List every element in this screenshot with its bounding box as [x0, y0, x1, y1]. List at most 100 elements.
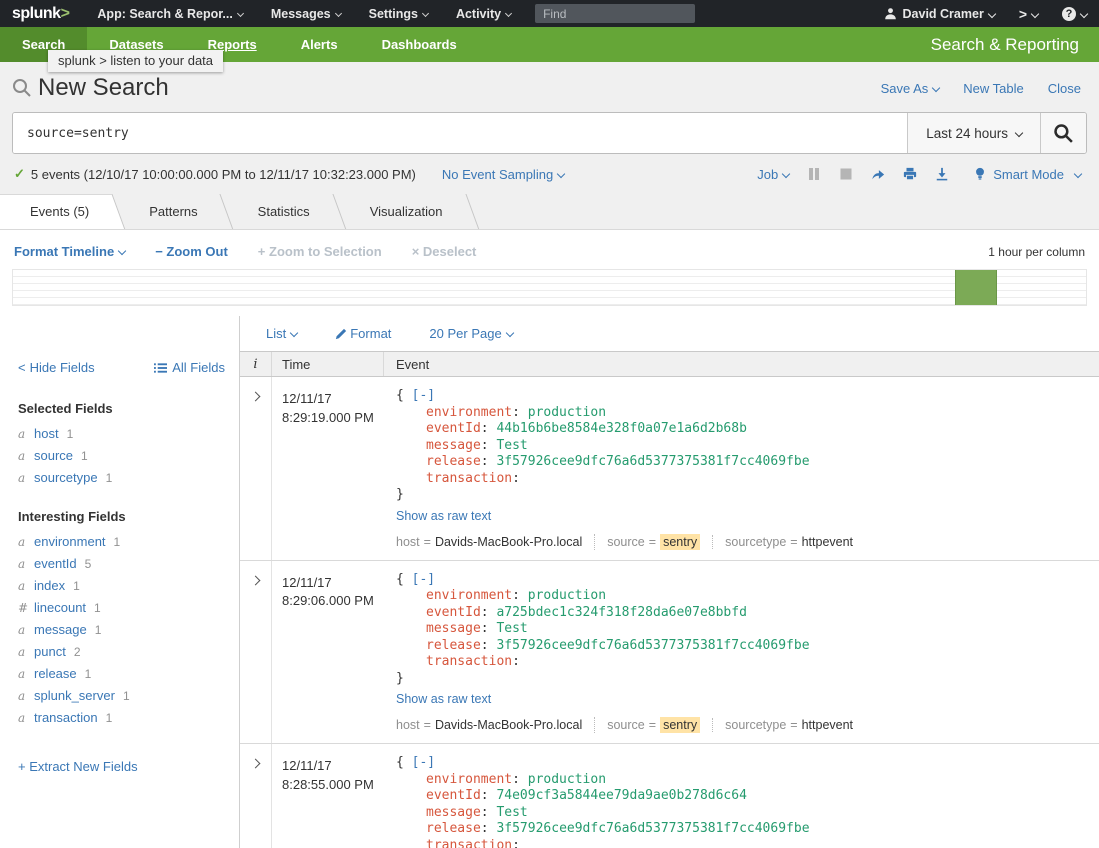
json-key[interactable]: eventId	[426, 421, 481, 436]
field-item[interactable]: asource1	[18, 448, 239, 463]
json-key[interactable]: environment	[426, 772, 512, 787]
app-nav-item[interactable]: Dashboards	[360, 27, 479, 62]
event-meta-field[interactable]: sourcetype=httpevent	[712, 718, 853, 732]
format-results-menu[interactable]: Format	[335, 326, 391, 341]
topbar-menu-item[interactable]: Settings	[355, 0, 442, 27]
topbar-menu-item[interactable]: Activity	[442, 0, 525, 27]
all-fields-button[interactable]: All Fields	[154, 360, 225, 375]
field-name-link[interactable]: punct	[34, 644, 66, 659]
help-menu[interactable]: ?	[1050, 0, 1099, 27]
user-menu[interactable]: David Cramer	[872, 0, 1007, 27]
stop-icon[interactable]	[839, 167, 853, 181]
field-item[interactable]: atransaction1	[18, 710, 239, 725]
field-item[interactable]: ahost1	[18, 426, 239, 441]
job-menu[interactable]: Job	[757, 167, 789, 182]
show-raw-text-link[interactable]: Show as raw text	[396, 509, 491, 523]
field-item[interactable]: asourcetype1	[18, 470, 239, 485]
field-name-link[interactable]: linecount	[34, 600, 86, 615]
json-key[interactable]: environment	[426, 588, 512, 603]
show-raw-text-link[interactable]: Show as raw text	[396, 692, 491, 706]
download-icon[interactable]	[935, 167, 949, 181]
time-range-picker[interactable]: Last 24 hours	[907, 113, 1040, 153]
json-collapse-toggle[interactable]: [-]	[412, 572, 435, 587]
event-meta-field[interactable]: host=Davids-MacBook-Pro.local	[396, 535, 582, 549]
field-name-link[interactable]: transaction	[34, 710, 98, 725]
save-as-button[interactable]: Save As	[881, 81, 940, 96]
timeline-histogram[interactable]	[12, 269, 1087, 306]
zoom-out-button[interactable]: − Zoom Out	[155, 244, 228, 259]
field-item[interactable]: asplunk_server1	[18, 688, 239, 703]
json-value[interactable]: Test	[496, 621, 527, 636]
field-item[interactable]: aeventId5	[18, 556, 239, 571]
json-value[interactable]: production	[528, 405, 606, 420]
results-tab[interactable]: Events (5)	[0, 194, 119, 230]
field-name-link[interactable]: source	[34, 448, 73, 463]
field-item[interactable]: apunct2	[18, 644, 239, 659]
splunk-chevron-menu[interactable]: >	[1007, 0, 1050, 27]
json-collapse-toggle[interactable]: [-]	[412, 388, 435, 403]
share-icon[interactable]	[871, 167, 885, 181]
new-table-button[interactable]: New Table	[963, 81, 1023, 96]
json-key[interactable]: release	[426, 638, 481, 653]
field-name-link[interactable]: index	[34, 578, 65, 593]
hide-fields-button[interactable]: <Hide Fields	[18, 360, 95, 375]
event-timestamp[interactable]: 12/11/178:28:55.000 PM	[272, 744, 384, 848]
run-search-button[interactable]	[1040, 113, 1086, 153]
search-query-input[interactable]	[13, 113, 907, 153]
json-key[interactable]: transaction	[426, 654, 512, 669]
search-mode-menu[interactable]: Smart Mode	[973, 167, 1081, 182]
field-name-link[interactable]: sourcetype	[34, 470, 98, 485]
topbar-menu-item[interactable]: App: Search & Repor...	[83, 0, 256, 27]
json-key[interactable]: transaction	[426, 838, 512, 848]
expand-event-chevron-icon[interactable]	[251, 392, 261, 402]
event-sampling-menu[interactable]: No Event Sampling	[442, 167, 564, 182]
json-key[interactable]: release	[426, 454, 481, 469]
field-item[interactable]: #linecount1	[18, 600, 239, 615]
event-meta-field[interactable]: source=sentry	[594, 534, 700, 550]
results-tab[interactable]: Patterns	[119, 194, 227, 230]
pause-icon[interactable]	[807, 167, 821, 181]
field-name-link[interactable]: host	[34, 426, 59, 441]
json-key[interactable]: release	[426, 821, 481, 836]
json-key[interactable]: message	[426, 438, 481, 453]
timeline-bar[interactable]	[955, 270, 997, 305]
find-input[interactable]	[535, 4, 695, 23]
json-value[interactable]: production	[528, 772, 606, 787]
close-button[interactable]: Close	[1048, 81, 1081, 96]
field-name-link[interactable]: environment	[34, 534, 106, 549]
json-key[interactable]: message	[426, 621, 481, 636]
json-value[interactable]: 44b16b6be8584e328f0a07e1a6d2b68b	[496, 421, 746, 436]
event-timestamp[interactable]: 12/11/178:29:19.000 PM	[272, 377, 384, 560]
json-value[interactable]: 3f57926cee9dfc76a6d5377375381f7cc4069fbe	[496, 821, 809, 836]
json-key[interactable]: message	[426, 805, 481, 820]
json-collapse-toggle[interactable]: [-]	[412, 755, 435, 770]
json-key[interactable]: environment	[426, 405, 512, 420]
field-item[interactable]: aenvironment1	[18, 534, 239, 549]
expand-event-chevron-icon[interactable]	[251, 575, 261, 585]
field-name-link[interactable]: splunk_server	[34, 688, 115, 703]
json-value[interactable]: Test	[496, 438, 527, 453]
format-timeline-menu[interactable]: Format Timeline	[14, 244, 125, 259]
topbar-menu-item[interactable]: Messages	[257, 0, 355, 27]
event-timestamp[interactable]: 12/11/178:29:06.000 PM	[272, 561, 384, 744]
print-icon[interactable]	[903, 167, 917, 181]
results-tab[interactable]: Statistics	[228, 194, 340, 230]
json-value[interactable]: production	[528, 588, 606, 603]
json-value[interactable]: Test	[496, 805, 527, 820]
json-value[interactable]: 3f57926cee9dfc76a6d5377375381f7cc4069fbe	[496, 454, 809, 469]
field-name-link[interactable]: message	[34, 622, 87, 637]
event-meta-field[interactable]: host=Davids-MacBook-Pro.local	[396, 718, 582, 732]
per-page-menu[interactable]: 20 Per Page	[429, 326, 512, 341]
json-key[interactable]: eventId	[426, 605, 481, 620]
json-key[interactable]: transaction	[426, 471, 512, 486]
list-view-menu[interactable]: List	[266, 326, 297, 341]
json-value[interactable]: 3f57926cee9dfc76a6d5377375381f7cc4069fbe	[496, 638, 809, 653]
field-item[interactable]: amessage1	[18, 622, 239, 637]
json-value[interactable]: a725bdec1c324f318f28da6e07e8bbfd	[496, 605, 746, 620]
field-item[interactable]: aindex1	[18, 578, 239, 593]
splunk-logo[interactable]: splunk>	[0, 5, 83, 23]
field-name-link[interactable]: release	[34, 666, 77, 681]
results-tab[interactable]: Visualization	[340, 194, 473, 230]
json-value[interactable]: 74e09cf3a5844ee79da9ae0b278d6c64	[496, 788, 746, 803]
app-nav-item[interactable]: Alerts	[279, 27, 360, 62]
